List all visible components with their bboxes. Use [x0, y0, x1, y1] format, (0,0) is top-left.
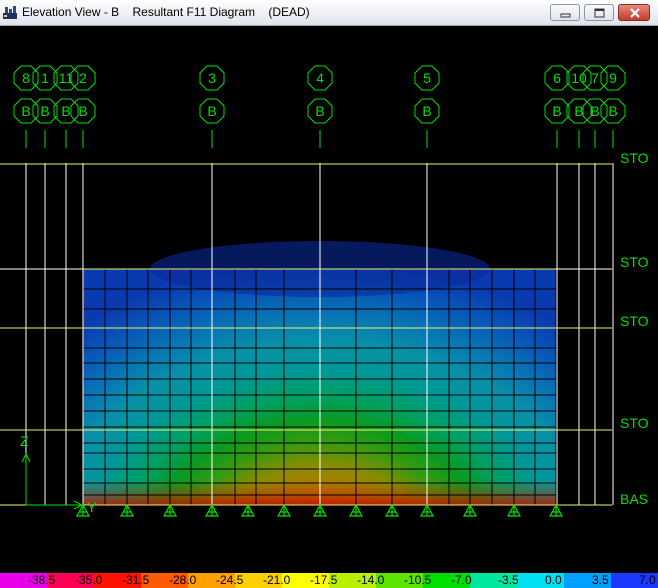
scale-value: -10.5 [404, 573, 432, 587]
minimize-icon [560, 13, 571, 18]
scale-value: 0.0 [545, 573, 562, 587]
close-button[interactable] [618, 4, 650, 21]
scale-value: -31.5 [122, 573, 150, 587]
grid-bubble-top-label: 2 [79, 70, 87, 86]
grid-bubble-bottom-label: B [78, 103, 87, 119]
grid-bubble[interactable]: 4B [307, 65, 333, 124]
grid-bubble-top-label: 5 [423, 70, 431, 86]
title-bar[interactable]: Elevation View - B Resultant F11 Diagram… [0, 0, 658, 26]
support-icon [312, 503, 328, 517]
grid-bubble-bottom-label: B [207, 103, 216, 119]
scale-value: -28.0 [169, 573, 197, 587]
grid-bubble-bottom-label: B [574, 103, 583, 119]
grid-bubble-bottom-label: B [21, 103, 30, 119]
maximize-icon [594, 8, 605, 18]
maximize-button[interactable] [584, 4, 614, 21]
story-label: STO [620, 313, 649, 329]
scale-value: -38.5 [28, 573, 56, 587]
grid-bubble-top-label: 7 [591, 70, 599, 86]
story-label: STO [620, 254, 649, 270]
support-icon [548, 503, 564, 517]
grid-bubbles: 8B1B11B2B3B4B5B6B10B7B9B [13, 65, 626, 124]
grid-bubble-top-label: 9 [609, 70, 617, 86]
grid-bubble-bottom-label: B [40, 103, 49, 119]
grid-bubble-bottom-label: B [590, 103, 599, 119]
app-icon [3, 6, 17, 19]
support-icon [419, 503, 435, 517]
grid-bubble-bottom-label: B [61, 103, 70, 119]
scale-value: -14.0 [357, 573, 385, 587]
close-icon [630, 8, 640, 18]
grid-bubble[interactable]: 9B [600, 65, 626, 124]
story-label: BAS [620, 491, 648, 507]
support-icon [276, 503, 292, 517]
window-title: Elevation View - B Resultant F11 Diagram… [22, 5, 310, 19]
story-label: STO [620, 415, 649, 431]
support-icon [348, 503, 364, 517]
grid-bubble-top-label: 1 [41, 70, 49, 86]
scale-value: -3.5 [498, 573, 519, 587]
grid-bubble[interactable]: 10 B [566, 65, 592, 124]
grid-bubble[interactable]: 8B [13, 65, 39, 124]
support-icon [506, 503, 522, 517]
scale-value: -24.5 [216, 573, 244, 587]
z-axis-label: Z [20, 433, 29, 449]
contour-scale-bar: -38.5 -35.0 -31.5 -28.0 -24.5 -21.0 -17.5 -14.0… [0, 571, 658, 588]
grid-bubble-bottom-label: B [422, 103, 431, 119]
grid-bubble[interactable]: 1B [32, 65, 58, 124]
grid-bubble-top-label: 3 [208, 70, 216, 86]
supports [75, 503, 564, 517]
elevation-canvas[interactable]: 8 B 1 B 11 B 2 B 3 B 4 B 5 B 6 B 10 B 7 B 9 B Z Y STO STO STO… [0, 26, 658, 571]
grid-bubble[interactable]: 6B [544, 65, 570, 124]
scale-value: -35.0 [75, 573, 103, 587]
grid-bubble-top-label: 6 [553, 70, 561, 86]
support-icon [462, 503, 478, 517]
grid-bubble-top-label: 4 [316, 70, 324, 86]
grid-bubble-top-label: 10 [571, 70, 587, 86]
scale-value: -17.5 [310, 573, 338, 587]
grid-bubble[interactable]: 11B [53, 65, 79, 124]
scale-value: 7.0 [639, 573, 656, 587]
elevation-drawing[interactable]: 8B1B11B2B3B4B5B6B10B7B9B Z Y STO STO STO… [0, 26, 658, 571]
grid-bubble[interactable]: 3B [199, 65, 225, 124]
story-labels: STO STO STO STO BAS [620, 150, 649, 507]
grid-bubble-top-label: 8 [22, 70, 30, 86]
support-icon [240, 503, 256, 517]
support-icon [162, 503, 178, 517]
elevation-view-window: Elevation View - B Resultant F11 Diagram… [0, 0, 658, 588]
scale-value: -21.0 [263, 573, 291, 587]
scale-value: -7.0 [451, 573, 472, 587]
grid-bubble[interactable]: 2B [70, 65, 96, 124]
grid-bubble-bottom-label: B [608, 103, 617, 119]
grid-bubble-bottom-label: B [315, 103, 324, 119]
support-icon [204, 503, 220, 517]
support-icon [119, 503, 135, 517]
scale-value: 3.5 [592, 573, 609, 587]
support-icon [384, 503, 400, 517]
minimize-button[interactable] [550, 4, 580, 21]
grid-bubble[interactable]: 5B [414, 65, 440, 124]
grid-bubble-bottom-label: B [552, 103, 561, 119]
y-axis-label: Y [87, 499, 97, 515]
story-label: STO [620, 150, 649, 166]
